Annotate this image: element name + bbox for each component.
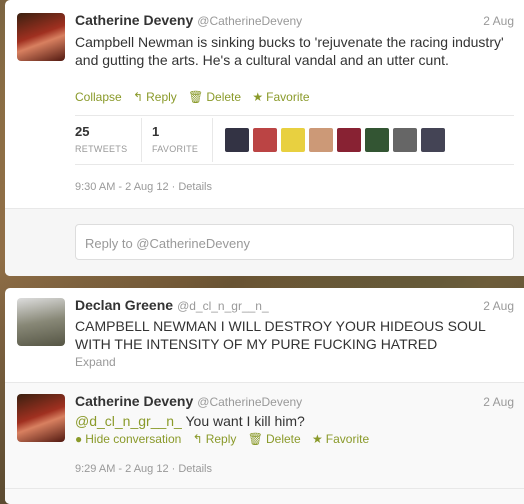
details-link[interactable]: Details	[178, 181, 212, 193]
hide-conversation-button[interactable]: ● Hide conversation	[75, 432, 181, 446]
tweet-date[interactable]: 2 Aug	[483, 14, 514, 28]
reply-arrow-icon: ↰	[133, 90, 144, 104]
favoriter-avatar[interactable]	[281, 128, 305, 152]
favorite-count[interactable]: 1	[152, 124, 159, 139]
collapse-link[interactable]: Collapse	[75, 90, 122, 104]
divider	[212, 118, 213, 162]
tweet-text: @d_cl_n_gr__n_ You want I kill him?	[75, 413, 305, 429]
reply-button[interactable]: ↰ Reply	[133, 90, 177, 104]
favorite-button[interactable]: ★ Favorite	[252, 90, 309, 104]
author-handle[interactable]: @d_cl_n_gr__n_	[177, 299, 269, 313]
favoriter-avatar[interactable]	[225, 128, 249, 152]
divider	[5, 488, 524, 489]
tweet-actions: Collapse ↰ Reply 🗑︎ Delete ★ Favorite	[75, 90, 318, 104]
speech-bubble-icon: ●	[75, 432, 83, 446]
avatar[interactable]	[17, 13, 65, 61]
star-icon: ★	[252, 90, 264, 104]
star-icon: ★	[312, 432, 323, 446]
divider	[75, 164, 514, 165]
favorite-button[interactable]: ★ Favorite	[312, 432, 369, 446]
trash-icon: 🗑︎	[188, 90, 204, 104]
tweet-actions: ● Hide conversation ↰ Reply 🗑︎ Delete ★ Favo…	[75, 432, 377, 446]
expand-link[interactable]: Expand	[75, 355, 116, 369]
divider	[75, 115, 514, 116]
favoriter-avatar[interactable]	[309, 128, 333, 152]
reply-button[interactable]: ↰ Reply	[193, 432, 237, 446]
avatar[interactable]	[17, 394, 65, 442]
divider	[141, 118, 142, 162]
details-link[interactable]: Details	[178, 463, 212, 475]
expanded-tweet-card: Catherine Deveny @CatherineDeveny 2 Aug C…	[5, 0, 524, 276]
author-name[interactable]: Declan Greene @d_cl_n_gr__n_	[75, 297, 269, 313]
trash-icon: 🗑︎	[247, 432, 263, 446]
mention-link[interactable]: @d_cl_n_gr__n_	[75, 413, 182, 429]
favoriter-avatar[interactable]	[421, 128, 445, 152]
tweet-text: CAMPBELL NEWMAN I WILL DESTROY YOUR HIDE…	[75, 318, 486, 352]
favorites-label: FAVORITE	[152, 144, 199, 154]
retweet-count[interactable]: 25	[75, 124, 89, 139]
favoriter-avatar[interactable]	[253, 128, 277, 152]
delete-button[interactable]: 🗑︎ Delete	[248, 432, 301, 446]
reply-input[interactable]: Reply to @CatherineDeveny	[75, 224, 514, 260]
favoriter-avatar[interactable]	[365, 128, 389, 152]
tweet-timestamp: 9:29 AM - 2 Aug 12 · Details	[75, 463, 212, 475]
tweet-date[interactable]: 2 Aug	[483, 299, 514, 313]
tweet-date[interactable]: 2 Aug	[483, 395, 514, 409]
avatar[interactable]	[17, 298, 65, 346]
author-handle[interactable]: @CatherineDeveny	[197, 14, 302, 28]
author-name[interactable]: Catherine Deveny @CatherineDeveny	[75, 393, 302, 409]
delete-button[interactable]: 🗑︎ Delete	[188, 90, 241, 104]
retweets-label: RETWEETS	[75, 144, 128, 154]
author-name[interactable]: Catherine Deveny @CatherineDeveny	[75, 12, 302, 28]
reply-arrow-icon: ↰	[192, 432, 203, 446]
tweet-timestamp: 9:30 AM - 2 Aug 12 · Details	[75, 181, 212, 193]
tweet-text: Campbell Newman is sinking bucks to 'rej…	[75, 34, 504, 68]
conversation-card: Declan Greene @d_cl_n_gr__n_ 2 Aug CAMPBE…	[5, 288, 524, 504]
author-handle[interactable]: @CatherineDeveny	[197, 395, 302, 409]
favoriter-avatar[interactable]	[393, 128, 417, 152]
favoriter-avatar[interactable]	[337, 128, 361, 152]
